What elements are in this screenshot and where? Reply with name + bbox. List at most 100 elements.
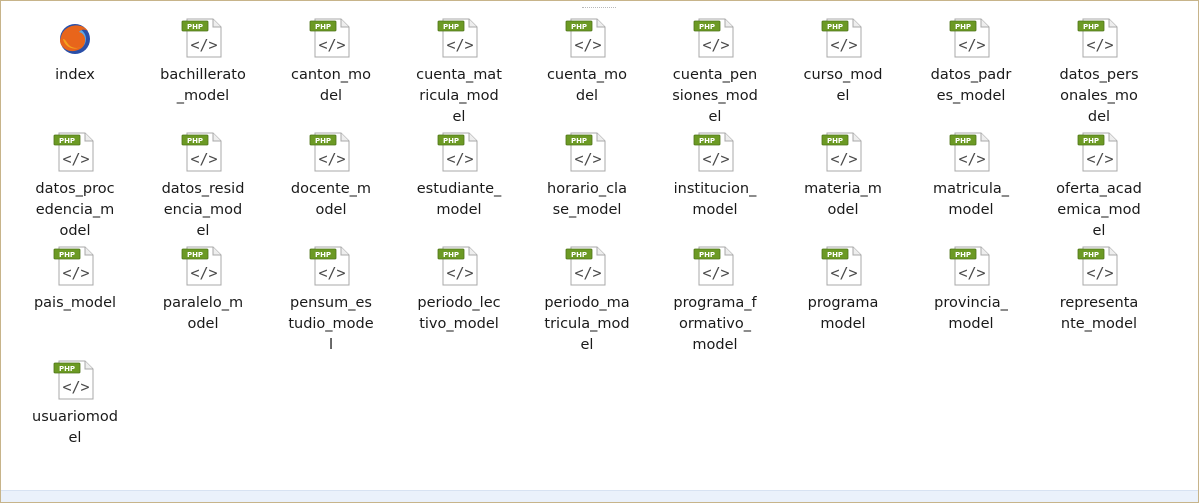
- file-item[interactable]: PHP </> periodo_lectivo_model: [395, 245, 523, 356]
- php-file-icon: PHP </>: [179, 17, 227, 59]
- file-name: pensum_estudio_model: [288, 295, 374, 353]
- file-item[interactable]: PHP </> programa_formativo_model: [651, 245, 779, 356]
- svg-text:PHP: PHP: [443, 23, 459, 31]
- php-file-icon: PHP </>: [179, 245, 227, 287]
- svg-text:PHP: PHP: [699, 23, 715, 31]
- file-item[interactable]: PHP </> usuariomodel: [11, 359, 139, 449]
- svg-text:</>: </>: [318, 36, 345, 54]
- file-item[interactable]: PHP </> pensum_estudio_model: [267, 245, 395, 356]
- svg-text:</>: </>: [190, 36, 217, 54]
- file-name: usuariomodel: [32, 409, 118, 446]
- file-name: programa model: [807, 295, 879, 332]
- svg-text:PHP: PHP: [187, 137, 203, 145]
- svg-text:</>: </>: [830, 264, 857, 282]
- svg-text:</>: </>: [830, 150, 857, 168]
- php-file-icon: PHP </>: [563, 17, 611, 59]
- file-item[interactable]: PHP </> datos_personales_model: [1035, 17, 1163, 128]
- firefox-icon: [51, 17, 99, 59]
- svg-text:PHP: PHP: [1083, 251, 1099, 259]
- file-item[interactable]: PHP </> periodo_matricula_model: [523, 245, 651, 356]
- file-item[interactable]: PHP </> materia_model: [779, 131, 907, 242]
- php-file-icon: PHP </>: [51, 131, 99, 173]
- svg-text:</>: </>: [830, 36, 857, 54]
- svg-text:PHP: PHP: [59, 251, 75, 259]
- file-name: provincia_model: [934, 295, 1008, 332]
- file-item[interactable]: PHP </> oferta_academica_model: [1035, 131, 1163, 242]
- php-file-icon: PHP </>: [947, 245, 995, 287]
- file-item[interactable]: PHP </> datos_residencia_model: [139, 131, 267, 242]
- svg-text:PHP: PHP: [315, 137, 331, 145]
- file-name: periodo_matricula_model: [544, 295, 630, 353]
- file-name: representante_model: [1059, 295, 1139, 332]
- file-item[interactable]: PHP </> cuenta_matricula_model: [395, 17, 523, 128]
- file-grid: index PHP </> bachillerato_model PHP </>…: [11, 17, 1191, 449]
- file-item[interactable]: PHP </> canton_model: [267, 17, 395, 128]
- php-file-icon: PHP </>: [691, 245, 739, 287]
- php-file-icon: PHP </>: [435, 131, 483, 173]
- php-file-icon: PHP </>: [947, 17, 995, 59]
- svg-text:</>: </>: [958, 36, 985, 54]
- file-item[interactable]: PHP </> horario_clase_model: [523, 131, 651, 242]
- php-file-icon: PHP </>: [307, 245, 355, 287]
- file-item[interactable]: PHP </> matricula_model: [907, 131, 1035, 242]
- php-file-icon: PHP </>: [1075, 245, 1123, 287]
- file-item[interactable]: PHP </> datos_padres_model: [907, 17, 1035, 128]
- svg-text:</>: </>: [318, 264, 345, 282]
- php-file-icon: PHP </>: [563, 245, 611, 287]
- file-item[interactable]: PHP </> pais_model: [11, 245, 139, 356]
- svg-text:</>: </>: [702, 150, 729, 168]
- file-name: docente_model: [290, 181, 372, 218]
- file-name: programa_formativo_model: [673, 295, 757, 353]
- file-name: bachillerato_model: [160, 67, 246, 104]
- file-item[interactable]: PHP </> bachillerato_model: [139, 17, 267, 128]
- svg-text:PHP: PHP: [315, 23, 331, 31]
- file-item[interactable]: PHP </> datos_procedencia_model: [11, 131, 139, 242]
- file-item[interactable]: PHP </> estudiante_model: [395, 131, 523, 242]
- php-file-icon: PHP </>: [819, 17, 867, 59]
- file-name: materia_model: [804, 181, 882, 218]
- svg-text:</>: </>: [574, 264, 601, 282]
- file-item[interactable]: PHP </> representante_model: [1035, 245, 1163, 356]
- file-item[interactable]: PHP </> cuenta_model: [523, 17, 651, 128]
- svg-text:</>: </>: [318, 150, 345, 168]
- svg-text:PHP: PHP: [955, 23, 971, 31]
- file-item[interactable]: PHP </> provincia_model: [907, 245, 1035, 356]
- svg-text:PHP: PHP: [571, 137, 587, 145]
- svg-text:</>: </>: [1086, 150, 1113, 168]
- svg-text:</>: </>: [702, 264, 729, 282]
- svg-text:PHP: PHP: [59, 137, 75, 145]
- svg-text:</>: </>: [958, 264, 985, 282]
- svg-text:</>: </>: [62, 378, 89, 396]
- top-divider: [582, 1, 616, 8]
- file-name: datos_personales_model: [1059, 67, 1139, 125]
- svg-text:</>: </>: [702, 36, 729, 54]
- svg-text:</>: </>: [446, 36, 473, 54]
- file-name: pais_model: [33, 295, 117, 311]
- svg-text:PHP: PHP: [1083, 23, 1099, 31]
- file-item[interactable]: PHP </> programa model: [779, 245, 907, 356]
- svg-text:PHP: PHP: [59, 365, 75, 373]
- php-file-icon: PHP </>: [563, 131, 611, 173]
- file-item[interactable]: PHP </> curso_model: [779, 17, 907, 128]
- file-name: institucion_model: [673, 181, 757, 218]
- file-item[interactable]: PHP </> docente_model: [267, 131, 395, 242]
- file-name: index: [55, 67, 95, 83]
- php-file-icon: PHP </>: [435, 245, 483, 287]
- status-strip: [1, 490, 1198, 502]
- file-name: cuenta_matricula_model: [416, 67, 502, 125]
- svg-text:PHP: PHP: [827, 251, 843, 259]
- php-file-icon: PHP </>: [51, 359, 99, 401]
- php-file-icon: PHP </>: [435, 17, 483, 59]
- file-name: canton_model: [290, 67, 372, 104]
- file-item[interactable]: index: [11, 17, 139, 128]
- file-item[interactable]: PHP </> paralelo_model: [139, 245, 267, 356]
- svg-text:</>: </>: [958, 150, 985, 168]
- file-item[interactable]: PHP </> institucion_model: [651, 131, 779, 242]
- file-name: datos_residencia_model: [161, 181, 245, 239]
- file-explorer-window: index PHP </> bachillerato_model PHP </>…: [0, 0, 1199, 503]
- svg-text:PHP: PHP: [571, 251, 587, 259]
- svg-text:PHP: PHP: [187, 23, 203, 31]
- svg-text:</>: </>: [574, 150, 601, 168]
- file-item[interactable]: PHP </> cuenta_pensiones_model: [651, 17, 779, 128]
- php-file-icon: PHP </>: [691, 17, 739, 59]
